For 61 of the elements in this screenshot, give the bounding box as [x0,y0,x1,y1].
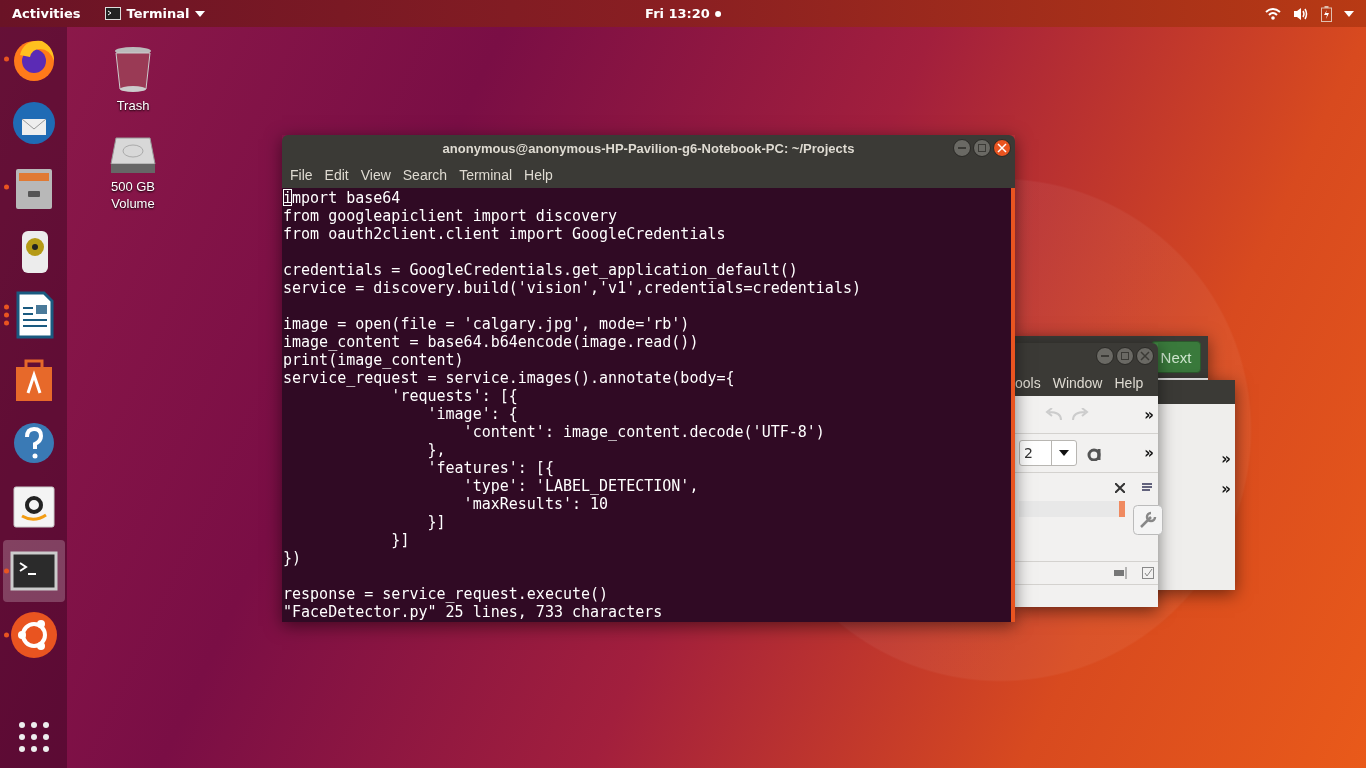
clock[interactable]: Fri 13:20 [645,6,710,21]
caret-icon [195,10,206,17]
code-line: image_content = base64.b64encode(image.read()) [283,333,699,351]
desktop-icon-label[interactable]: 500 GB Volume [101,178,165,212]
checkbox-icon [1142,567,1154,579]
code-line: }] [390,531,410,549]
desktop-icon-label[interactable]: Trash [101,97,165,114]
minimize-button[interactable] [1096,347,1114,365]
menu-item[interactable]: File [284,166,319,183]
menu-item[interactable]: View [354,166,397,183]
menu-icon[interactable] [1142,483,1154,493]
font-size-field[interactable]: 2 [1019,440,1077,466]
close-button[interactable] [993,139,1011,157]
code-line: 'features': [{ [426,459,554,477]
terminal-icon[interactable] [9,551,58,591]
status-message: "FaceDetector.py" 25 lines, 733 characters [283,603,663,621]
wifi-icon[interactable] [1265,7,1281,20]
code-line: print(image_content) [283,351,464,369]
overflow-chevron[interactable]: » [1144,405,1154,424]
show-apps-icon[interactable] [18,722,49,752]
code-line: service = discovery.build('vision','v1',credentials=credentials) [283,279,861,297]
code-line: }, [426,441,446,459]
code-line: credentials = GoogleCredentials.get_application_default() [283,261,798,279]
close-icon[interactable] [1115,483,1125,493]
overflow-chevron[interactable]: » [1144,444,1154,462]
window-title: anonymous@anonymous-HP-Pavilion-g6-Notebook-PC: ~/Projects [442,140,855,156]
battery-icon[interactable] [1321,5,1332,22]
terminal-icon [104,7,121,20]
menu-item[interactable]: Edit [318,166,355,183]
code-line: response = service_request.execute() [283,585,609,603]
menu-item[interactable]: Search [396,166,454,183]
wrench-icon[interactable] [1133,505,1163,535]
code-line: }] [426,513,446,531]
code-line: from googleapiclient import discovery [283,207,618,225]
overflow-chevron[interactable]: » [1221,450,1231,468]
code-line: from oauth2client.client import GoogleCredentials [283,225,726,243]
caret-icon[interactable] [1344,10,1354,17]
menu-item[interactable]: ools [1015,374,1047,391]
code-line: 'image': { [426,405,518,423]
maximize-button[interactable] [1116,347,1134,365]
menu-item[interactable]: Help [1108,374,1150,391]
code-line: 'maxResults': 10 [462,495,609,513]
menu-item[interactable]: Window [1046,374,1109,391]
code-line: image = open(file = 'calgary.jpg', mode='rb') [283,315,690,333]
code-line: 'requests': [{ [390,387,518,405]
overflow-chevron[interactable]: » [1221,480,1231,498]
volume-icon[interactable] [1293,6,1309,21]
status-icon [1114,567,1128,579]
code-line: 'content': image_content.decode('UTF-8') [462,423,825,441]
menu-item[interactable]: Help [518,166,559,183]
code-line: service_request = service.images().annotate(body={ [283,369,735,387]
minimize-button[interactable] [953,139,971,157]
trash-icon[interactable] [113,45,153,93]
ubuntu-icon[interactable] [9,611,58,659]
caret-icon [1059,450,1069,456]
activities-button[interactable]: Activities [12,6,81,21]
menu-item[interactable]: Terminal [453,166,519,183]
code-line: }) [283,549,302,567]
app-menu[interactable]: Terminal [104,6,206,21]
code-line: 'type': 'LABEL_DETECTION', [462,477,699,495]
hard-drive-icon[interactable] [110,136,156,174]
